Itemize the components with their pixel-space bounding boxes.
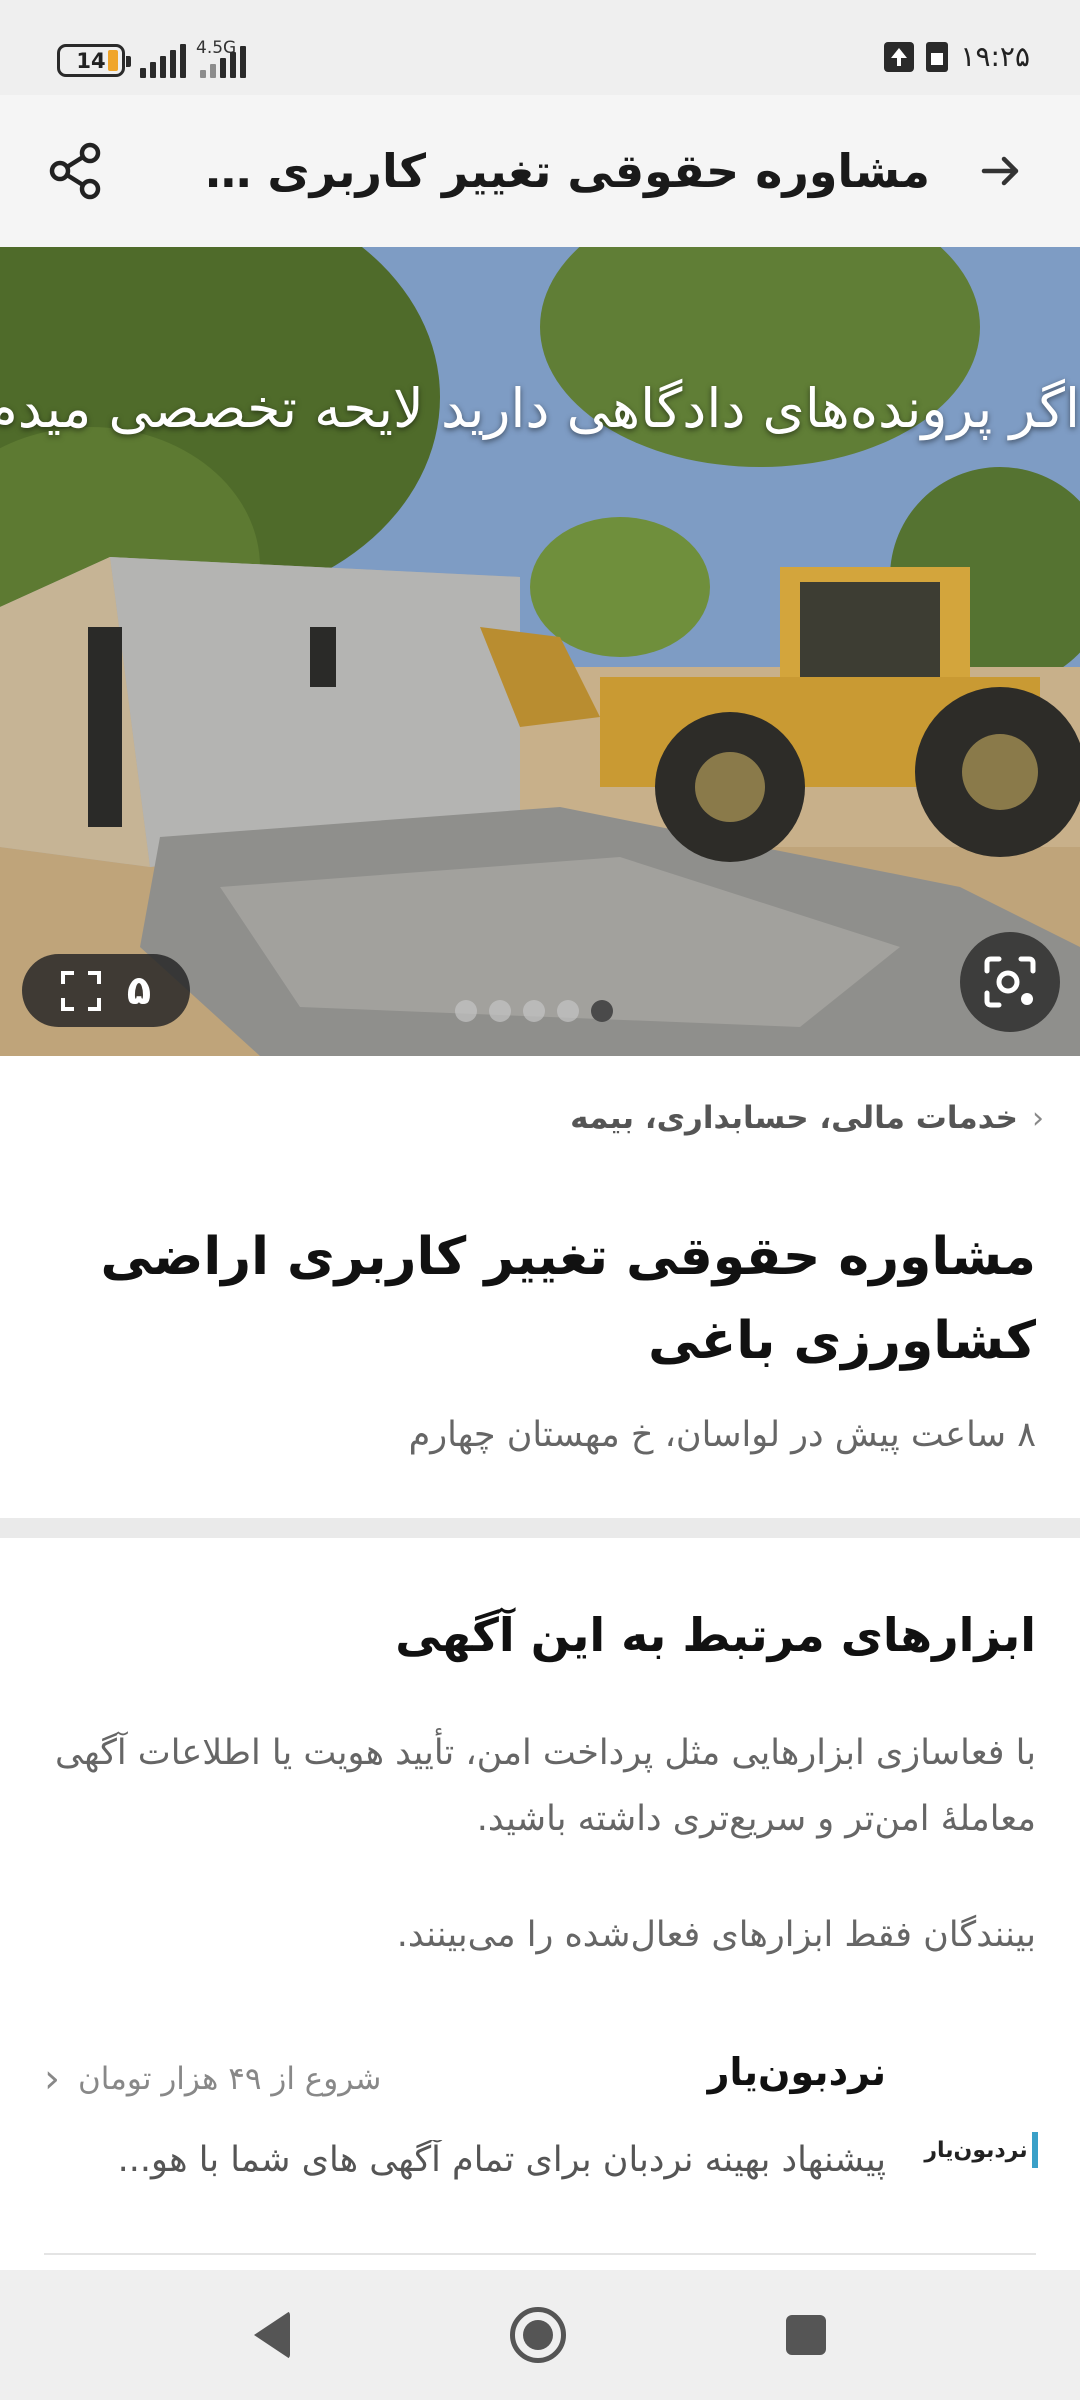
post-title: مشاوره حقوقی تغییر کاربری اراضی کشاورزی … — [100, 1227, 1036, 1371]
gallery-dot-active — [591, 1000, 613, 1022]
camera-lens-icon — [984, 956, 1036, 1008]
chevron-left-icon: ‹ — [1032, 1100, 1044, 1136]
nav-recents-button[interactable] — [786, 2315, 826, 2355]
gallery-dots — [455, 1000, 613, 1022]
expand-icon — [60, 970, 101, 1011]
gallery-dot — [489, 1000, 511, 1022]
photo-caption: اگر پرونده‌های دادگاهی دارید لایحه تخصصی… — [0, 377, 1080, 440]
clock: ۱۹:۲۵ — [960, 40, 1030, 73]
tool-price-text: شروع از ۴۹ هزار تومان — [78, 2061, 382, 2097]
status-bar: 14 4.5G ۱۹:۲۵ — [0, 0, 1080, 95]
tool-price: شروع از ۴۹ هزار تومان ‹ — [44, 2056, 381, 2102]
gallery-dot — [455, 1000, 477, 1022]
app-header: مشاوره حقوقی تغییر کاربری اراضی کشاورزی … — [0, 95, 1080, 247]
tools-note: بینندگان فقط ابزارهای فعال‌شده را می‌بین… — [396, 1915, 1036, 1955]
nav-back-button[interactable] — [254, 2311, 290, 2359]
system-nav-bar — [0, 2270, 1080, 2400]
sim-icon — [926, 41, 949, 72]
logo-text: نردبون‌یار — [924, 2137, 1028, 2163]
chevron-left-icon: ‹ — [44, 2056, 60, 2102]
signal-icon — [140, 42, 186, 78]
breadcrumb-category[interactable]: خدمات مالی، حسابداری، بیمه — [570, 1100, 1018, 1136]
gallery-dot — [523, 1000, 545, 1022]
post-meta: ۸ ساعت پیش در لواسان، خ مهستان چهارم — [408, 1415, 1036, 1455]
arrow-right-icon — [981, 156, 1019, 186]
gallery-dot — [557, 1000, 579, 1022]
ladder-icon — [1031, 2132, 1038, 2168]
nardebounyar-logo: نردبون‌یار — [924, 2110, 1038, 2190]
section-divider — [0, 1518, 1080, 1538]
photo-count-button[interactable]: ۵ — [22, 954, 190, 1027]
tool-name: نردبون‌یار — [707, 2050, 886, 2094]
photo-count: ۵ — [126, 967, 152, 1014]
tools-heading: ابزارهای مرتبط به این آگهی — [395, 1608, 1036, 1662]
tool-description: پیشنهاد بهینه نردبان برای تمام آگهی های … — [117, 2140, 886, 2180]
photo-gallery[interactable]: اگر پرونده‌های دادگاهی دارید لایحه تخصصی… — [0, 247, 1080, 1056]
battery-fill — [108, 50, 118, 71]
share-icon — [49, 142, 101, 200]
back-button[interactable] — [970, 141, 1030, 201]
tool-card-nardebounyar[interactable]: نردبون‌یار نردبون‌یار شروع از ۴۹ هزار تو… — [44, 2050, 1038, 2255]
battery-icon: 14 — [57, 44, 131, 77]
battery-level: 14 — [76, 48, 106, 73]
breadcrumb[interactable]: ‹ خدمات مالی، حسابداری، بیمه — [570, 1100, 1044, 1136]
tools-description: با فعاسازی ابزارهایی مثل پرداخت امن، تأی… — [54, 1733, 1036, 1839]
header-title: مشاوره حقوقی تغییر کاربری اراضی کشاورزی … — [190, 144, 930, 198]
nav-home-button[interactable] — [510, 2307, 566, 2363]
signal-icon-2 — [200, 42, 246, 78]
upload-icon — [884, 41, 915, 72]
image-search-button[interactable] — [960, 932, 1060, 1032]
share-button[interactable] — [44, 139, 108, 203]
